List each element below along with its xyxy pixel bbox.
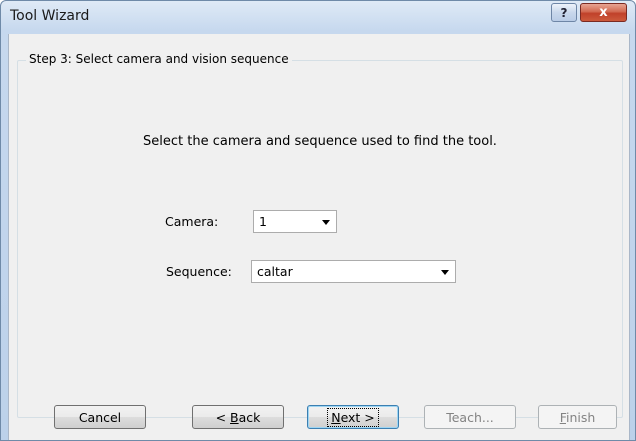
chevron-down-icon: [441, 270, 449, 275]
cancel-button[interactable]: Cancel: [54, 405, 146, 429]
dialog-client-area: Step 3: Select camera and vision sequenc…: [8, 34, 630, 440]
camera-value: 1: [259, 214, 267, 229]
next-button[interactable]: Next >: [307, 405, 399, 429]
title-bar[interactable]: Tool Wizard ? x: [1, 1, 635, 35]
sequence-label: Sequence:: [166, 264, 232, 279]
window-title: Tool Wizard: [10, 8, 90, 24]
next-button-label: Next >: [327, 407, 379, 427]
back-button-label: < Back: [215, 409, 261, 425]
back-button[interactable]: < Back: [192, 405, 284, 429]
close-button[interactable]: x: [580, 3, 627, 22]
camera-dropdown[interactable]: 1: [253, 210, 337, 233]
finish-button[interactable]: Finish: [538, 405, 617, 429]
close-icon: x: [599, 5, 608, 20]
tool-wizard-window: Tool Wizard ? x Step 3: Select camera an…: [0, 0, 636, 441]
instruction-text: Select the camera and sequence used to f…: [143, 134, 497, 149]
step-groupbox: [17, 60, 623, 418]
teach-button[interactable]: Teach...: [424, 405, 516, 429]
teach-button-label: Teach...: [446, 409, 494, 425]
help-icon: ?: [560, 5, 568, 20]
camera-label: Camera:: [165, 214, 219, 229]
chevron-down-icon: [322, 220, 330, 225]
sequence-dropdown[interactable]: caltar: [251, 260, 456, 283]
step-title: Step 3: Select camera and vision sequenc…: [26, 52, 292, 66]
cancel-button-label: Cancel: [78, 409, 122, 425]
help-button[interactable]: ?: [551, 3, 577, 22]
finish-button-label: Finish: [559, 409, 596, 425]
sequence-value: caltar: [257, 264, 293, 279]
